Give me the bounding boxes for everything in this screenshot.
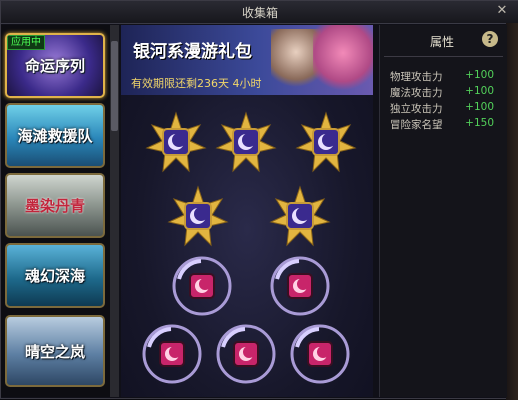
character-portrait-female [313, 25, 373, 95]
collection-detail: 银河系漫游礼包 有效期限还剩236天 4小时 [121, 25, 373, 397]
collection-slot[interactable] [145, 111, 207, 173]
title-bar[interactable]: 收集箱 ✕ [1, 1, 518, 24]
stat-row: 魔法攻击力 +100 [390, 85, 500, 101]
list-item-label: 晴空之岚 [24, 343, 85, 361]
help-icon[interactable]: ? [482, 31, 498, 47]
pink-moon-icon [270, 256, 330, 316]
moon-gear-icon [167, 185, 229, 247]
collection-window: 收集箱 ✕ 应用中 命运序列 海滩救援队 墨染丹青 魂幻深海 晴空之岚 银河系漫… [0, 0, 518, 400]
list-item-label: 命运序列 [24, 57, 85, 75]
stat-value: +100 [465, 85, 494, 97]
active-badge: 应用中 [7, 35, 45, 50]
collection-slot[interactable] [295, 111, 357, 173]
list-item-beach-rescue[interactable]: 海滩救援队 [5, 103, 105, 168]
divider [384, 56, 503, 57]
attribute-panel: 属性 ? 物理攻击力 +100 魔法攻击力 +100 独立攻击力 +100 冒险… [379, 25, 507, 397]
close-icon[interactable]: ✕ [495, 4, 509, 18]
attribute-header: 属性 ? [380, 29, 507, 53]
stat-name: 魔法攻击力 [390, 87, 443, 99]
stat-row: 物理攻击力 +100 [390, 69, 500, 85]
stat-value: +100 [465, 101, 494, 113]
moon-gear-icon [269, 185, 331, 247]
package-banner: 银河系漫游礼包 有效期限还剩236天 4小时 [121, 25, 373, 95]
moon-gear-icon [145, 111, 207, 173]
list-item-label: 魂幻深海 [24, 267, 85, 285]
list-item-deep-sea[interactable]: 魂幻深海 [5, 243, 105, 308]
list-scroll-thumb[interactable] [111, 41, 118, 131]
collection-slot[interactable] [171, 255, 233, 317]
validity-days: 236天 [197, 77, 229, 90]
attribute-title: 属性 [430, 35, 455, 49]
stat-value: +150 [465, 117, 494, 129]
list-item-clear-sky[interactable]: 晴空之岚 [5, 315, 105, 387]
pink-moon-icon [142, 324, 202, 384]
collection-slot[interactable] [167, 185, 229, 247]
collection-slot[interactable] [289, 323, 351, 385]
list-item-label: 墨染丹青 [24, 197, 85, 215]
stat-name: 独立攻击力 [390, 103, 443, 115]
stat-name: 物理攻击力 [390, 71, 443, 83]
window-title: 收集箱 [241, 6, 278, 20]
pink-moon-icon [290, 324, 350, 384]
validity-prefix: 有效期限还剩 [131, 77, 197, 90]
list-item-label: 海滩救援队 [17, 127, 93, 145]
collection-slot[interactable] [215, 323, 277, 385]
background-edge [506, 23, 518, 400]
stat-value: +100 [465, 69, 494, 81]
stat-row: 冒险家名望 +150 [390, 117, 500, 133]
collection-slot[interactable] [269, 255, 331, 317]
stat-name: 冒险家名望 [390, 119, 443, 131]
pink-moon-icon [216, 324, 276, 384]
list-item-fate-sequence[interactable]: 应用中 命运序列 [5, 33, 105, 98]
list-item-ink-painting[interactable]: 墨染丹青 [5, 173, 105, 238]
stat-row: 独立攻击力 +100 [390, 101, 500, 117]
pink-moon-icon [172, 256, 232, 316]
collection-slot[interactable] [269, 185, 331, 247]
validity-text: 有效期限还剩236天 4小时 [131, 75, 262, 91]
collection-slot[interactable] [141, 323, 203, 385]
moon-gear-icon [215, 111, 277, 173]
package-title: 银河系漫游礼包 [133, 42, 252, 62]
moon-gear-icon [295, 111, 357, 173]
collection-slot[interactable] [215, 111, 277, 173]
validity-hours: 4小时 [232, 77, 262, 90]
collection-list: 应用中 命运序列 海滩救援队 墨染丹青 魂幻深海 晴空之岚 [1, 25, 119, 397]
